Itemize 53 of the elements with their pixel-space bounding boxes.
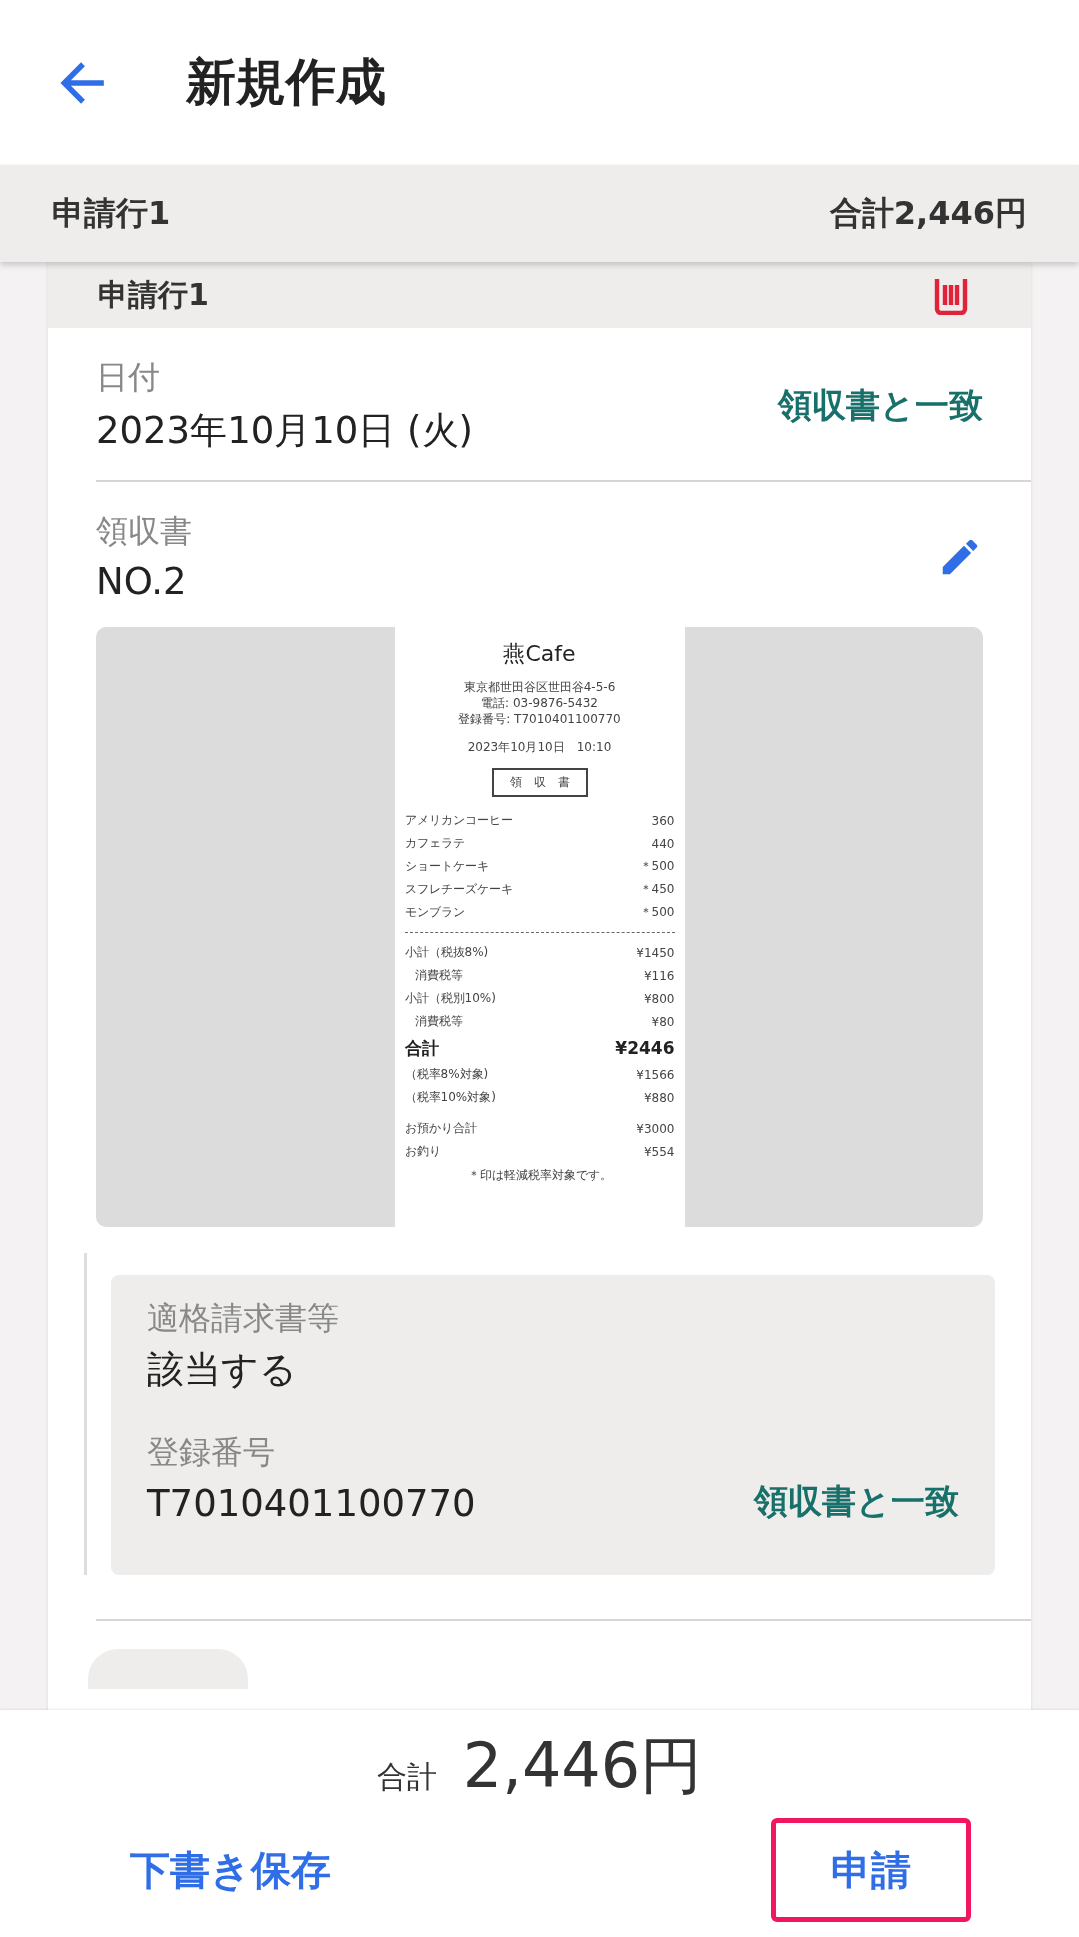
item-price: 440	[651, 836, 675, 851]
receipt-label: 領収書	[96, 511, 192, 552]
item-name: アメリカンコーヒー	[404, 812, 513, 829]
section-total: 合計2,446円	[829, 192, 1027, 234]
receipt-datetime: 2023年10月10日 10:10	[466, 739, 613, 756]
summary-label: （税率8%対象)	[404, 1066, 489, 1083]
item-price: ＊500	[639, 904, 675, 921]
section-label: 申請行1	[52, 192, 171, 234]
summary-label: （税率10%対象)	[404, 1089, 496, 1106]
summary-amount: ¥80	[651, 1014, 675, 1029]
store-name: 燕Cafe	[502, 640, 577, 668]
summary-label: 小計（税別10%)	[404, 990, 496, 1007]
registration-number: 登録番号: T7010401100770	[457, 711, 622, 727]
receipt-heading: 領 収 書	[491, 768, 588, 797]
store-phone: 電話: 03-9876-5432	[480, 695, 599, 711]
registration-label: 登録番号	[147, 1432, 276, 1473]
item-name: モンブラン	[404, 904, 465, 921]
summary-label: 小計（税抜8%)	[404, 944, 489, 961]
item-name: カフェラテ	[404, 835, 465, 852]
total-label: 合計	[376, 1758, 437, 1796]
summary-amount: ¥116	[643, 968, 675, 983]
total-amount: 2,446円	[462, 1728, 703, 1804]
summary-amount: ¥2446	[615, 1038, 675, 1058]
receipt-number: NO.2	[96, 560, 188, 603]
card-title: 申請行1	[98, 275, 209, 314]
item-price: ＊500	[639, 858, 675, 875]
match-receipt-link[interactable]: 領収書と一致	[778, 383, 983, 429]
summary-label: 消費税等	[414, 1013, 463, 1030]
item-price: 360	[651, 813, 675, 828]
item-name: スフレチーズケーキ	[404, 881, 513, 898]
summary-amount: ¥3000	[636, 1121, 675, 1136]
summary-amount: ¥1450	[636, 945, 675, 960]
store-address: 東京都世田谷区世田谷4-5-6	[462, 679, 617, 695]
registration-value: T7010401100770	[147, 1482, 476, 1525]
summary-amount: ¥880	[643, 1090, 675, 1105]
item-price: ＊450	[639, 881, 675, 898]
summary-amount: ¥800	[643, 991, 675, 1006]
invoice-value: 該当する	[147, 1347, 298, 1393]
summary-amount: ¥1566	[636, 1067, 675, 1082]
summary-amount: ¥554	[643, 1144, 675, 1159]
item-name: ショートケーキ	[404, 858, 489, 875]
date-value: 2023年10月10日 (火)	[96, 408, 473, 454]
match-receipt-link[interactable]: 領収書と一致	[754, 1479, 959, 1525]
receipt-note: ＊印は軽減税率対象です。	[466, 1167, 613, 1184]
summary-label: お釣り	[404, 1143, 441, 1160]
summary-label: お預かり合計	[404, 1120, 477, 1137]
page-title: 新規作成	[186, 52, 386, 113]
invoice-label: 適格請求書等	[147, 1298, 340, 1339]
summary-label: 合計	[404, 1036, 439, 1060]
summary-label: 消費税等	[414, 967, 463, 984]
submit-button[interactable]: 申請	[771, 1818, 971, 1922]
date-label: 日付	[96, 357, 161, 398]
save-draft-button[interactable]: 下書き保存	[130, 1818, 331, 1922]
